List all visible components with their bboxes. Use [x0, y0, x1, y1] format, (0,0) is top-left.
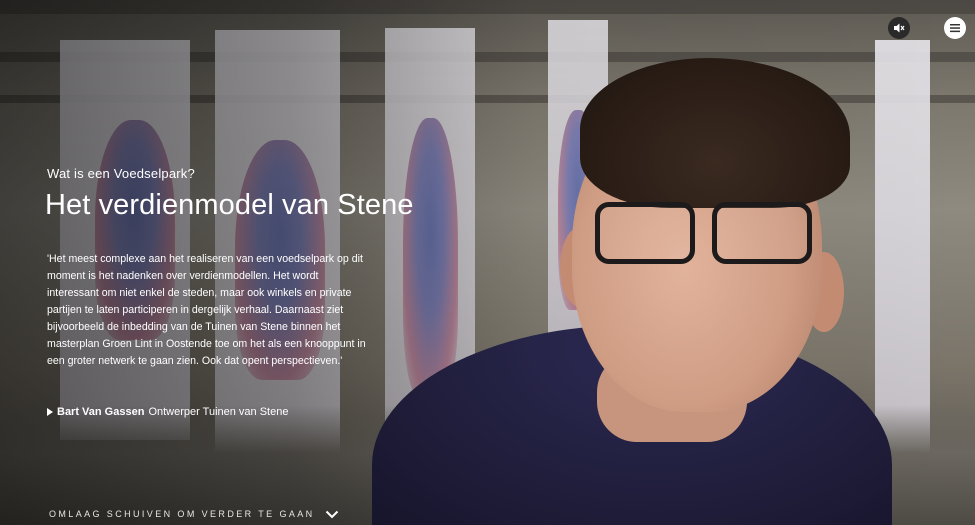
menu-button[interactable]: [944, 17, 966, 39]
mute-button[interactable]: [888, 17, 910, 39]
play-triangle-icon: [47, 408, 53, 416]
speaker-role: Ontwerper Tuinen van Stene: [148, 406, 289, 418]
page-title: Het verdienmodel van Stene: [45, 189, 414, 221]
hamburger-menu-icon: [950, 24, 960, 33]
hair: [580, 58, 850, 208]
video-background: Wat is een Voedselpark? Het verdienmodel…: [0, 0, 975, 525]
speaker-name: Bart Van Gassen: [57, 406, 145, 418]
chevron-down-icon: [325, 510, 338, 518]
quote-text: 'Het meest complexe aan het realiseren v…: [47, 253, 366, 367]
speaker-muted-icon: [894, 23, 905, 33]
speaker-photo: [372, 52, 892, 525]
scroll-down-prompt[interactable]: OMLAAG SCHUIVEN OM VERDER TE GAAN: [49, 509, 339, 519]
scroll-down-label: OMLAAG SCHUIVEN OM VERDER TE GAAN: [49, 509, 315, 519]
quote-attribution: Bart Van Gassen Ontwerper Tuinen van Ste…: [47, 406, 288, 418]
section-subtitle: Wat is een Voedselpark?: [47, 166, 195, 181]
glasses: [587, 202, 817, 272]
